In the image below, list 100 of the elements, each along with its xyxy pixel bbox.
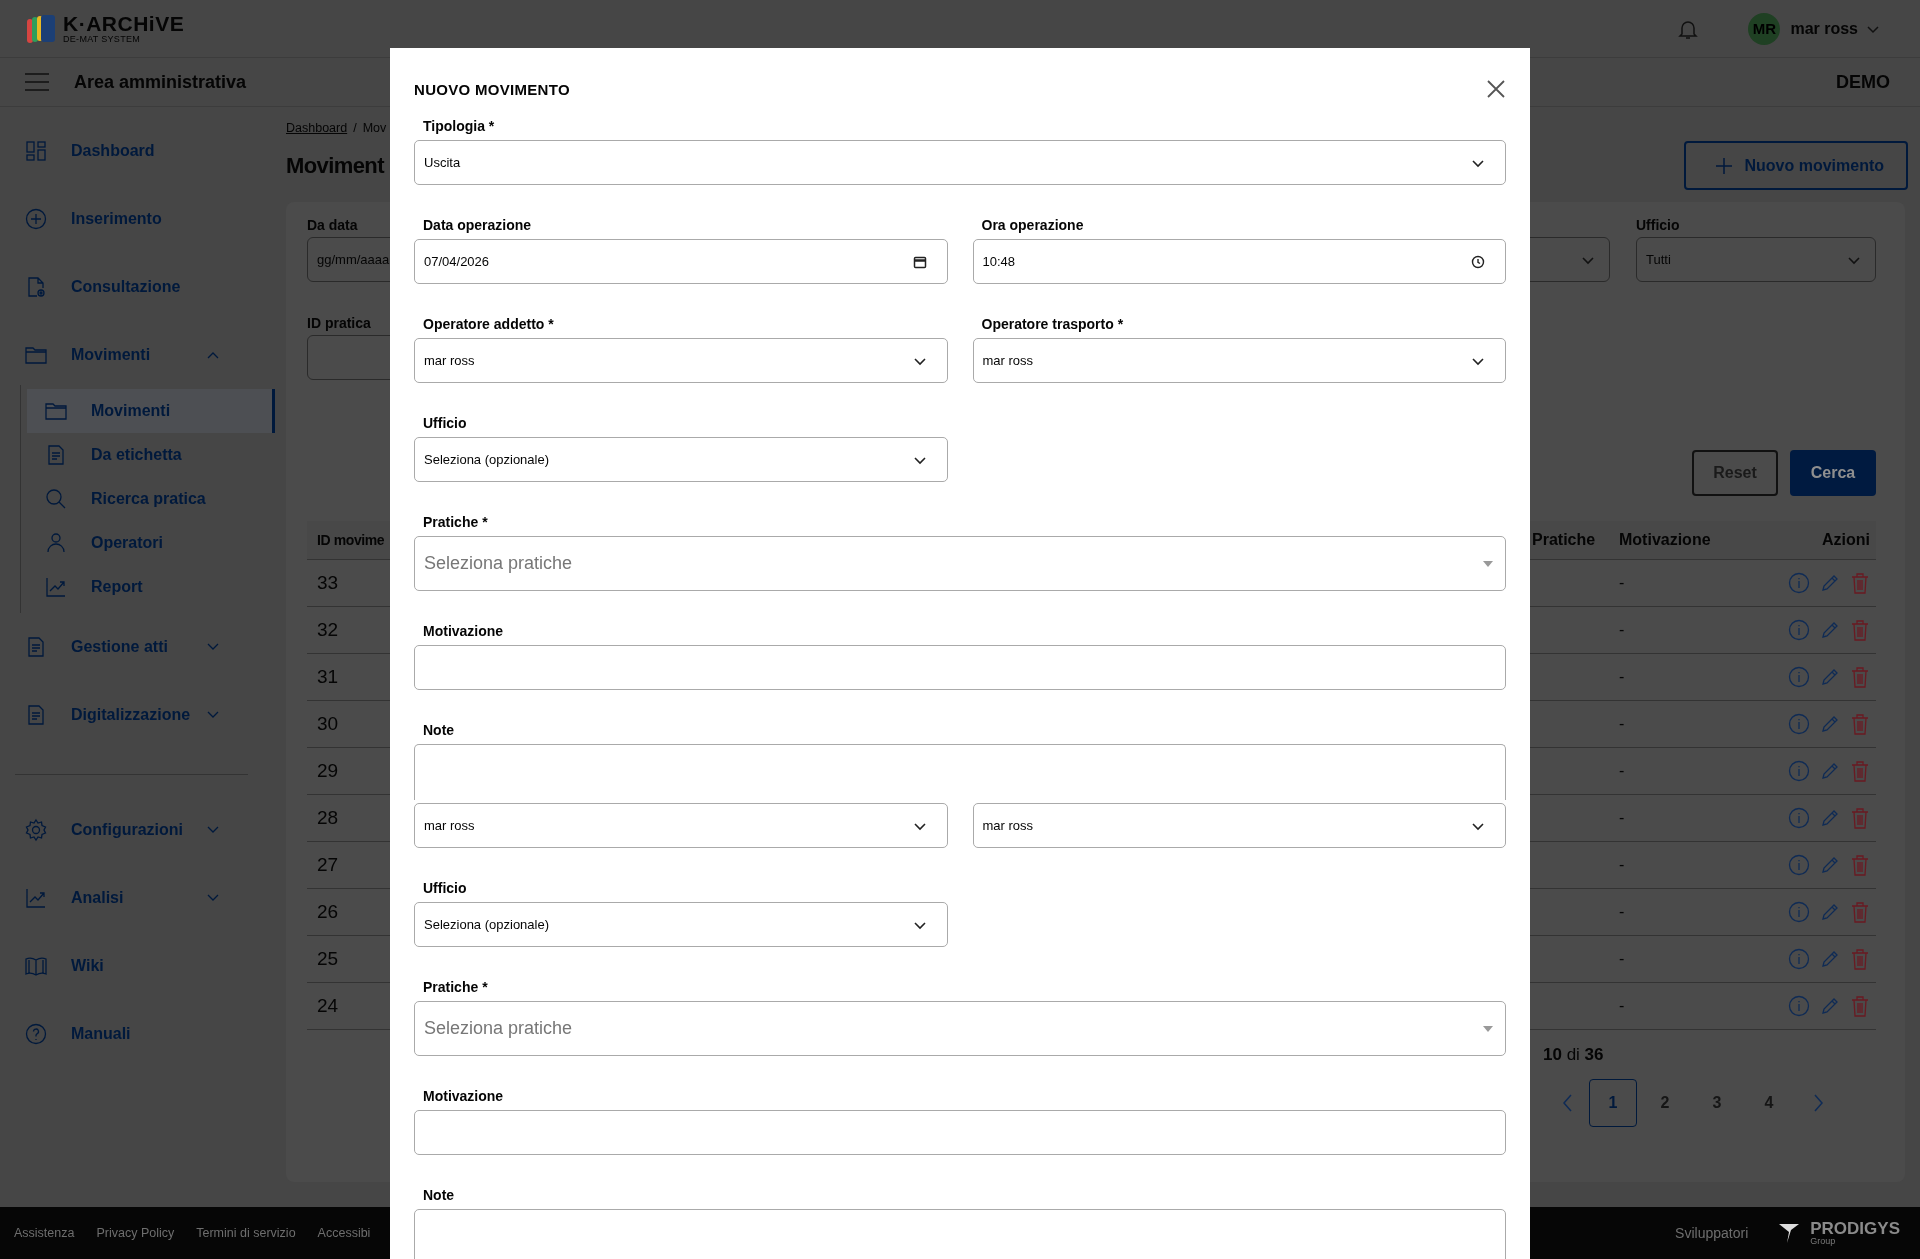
user-name[interactable]: mar ross [1790, 19, 1858, 38]
pencil-icon[interactable] [1820, 949, 1840, 969]
footer-link[interactable]: Assistenza [14, 1226, 75, 1240]
text-field[interactable] [414, 1110, 1506, 1155]
sidebar-subitem[interactable]: Operatori [27, 521, 275, 565]
environment-label: DEMO [1836, 71, 1890, 93]
pencil-icon[interactable] [1820, 902, 1840, 922]
pencil-icon[interactable] [1820, 667, 1840, 687]
breadcrumb-separator: / [353, 121, 357, 135]
trash-icon[interactable] [1850, 666, 1870, 688]
pencil-icon[interactable] [1820, 761, 1840, 781]
sidebar-subitem[interactable]: Ricerca pratica [27, 477, 275, 521]
date-field[interactable]: 07/04/2026 [414, 239, 948, 284]
trash-icon[interactable] [1850, 713, 1870, 735]
field-label: Operatore addetto * [422, 316, 555, 333]
column-header: Azioni [1821, 531, 1871, 549]
sidebar-subitem[interactable]: Movimenti [27, 389, 275, 433]
calendar-icon[interactable] [912, 254, 927, 269]
page-button[interactable]: 1 [1589, 1079, 1637, 1127]
trash-icon[interactable] [1850, 901, 1870, 923]
table-cell-text: - [1619, 997, 1626, 1015]
select-field[interactable]: Uscita [414, 140, 1506, 185]
text-area[interactable] [414, 744, 1506, 800]
table-cell-text: 25 [316, 948, 339, 970]
sidebar-item[interactable]: Wiki [0, 932, 248, 1000]
sidebar-item[interactable]: Consultazione [0, 253, 275, 321]
text-field[interactable] [414, 645, 1506, 690]
trash-icon[interactable] [1850, 995, 1870, 1017]
next-page-icon[interactable] [1811, 1093, 1825, 1113]
footer-link[interactable]: Privacy Policy [96, 1226, 175, 1240]
info-icon[interactable] [1788, 760, 1810, 782]
sidebar-item[interactable]: Manuali [0, 1000, 248, 1068]
settings-icon [24, 818, 48, 842]
pencil-icon[interactable] [1820, 620, 1840, 640]
select-field[interactable]: mar ross [972, 338, 1506, 383]
select-field[interactable]: mar ross [972, 803, 1506, 848]
column-header: ID movime [316, 532, 385, 548]
info-icon[interactable] [1788, 572, 1810, 594]
table-cell-text: - [1619, 762, 1626, 780]
menu-icon[interactable] [25, 73, 49, 91]
page-title: Moviment [286, 152, 384, 179]
sidebar-item[interactable]: Digitalizzazione [0, 681, 275, 749]
info-icon[interactable] [1788, 901, 1810, 923]
new-movement-button[interactable]: Nuovo movimento [1684, 141, 1908, 190]
trash-icon[interactable] [1850, 948, 1870, 970]
chart-icon [44, 575, 68, 599]
trash-icon[interactable] [1850, 854, 1870, 876]
office-select[interactable]: Tutti [1636, 237, 1876, 282]
brand-subtitle: Group [1810, 1237, 1837, 1246]
table-cell-text: - [1619, 950, 1626, 968]
info-icon[interactable] [1788, 995, 1810, 1017]
sidebar-item[interactable]: Configurazioni [0, 796, 248, 864]
pencil-icon[interactable] [1820, 573, 1840, 593]
sidebar-subitem[interactable]: Report [27, 565, 275, 609]
field-label: Ufficio [1636, 217, 1680, 233]
trash-icon[interactable] [1850, 619, 1870, 641]
user-avatar[interactable]: MR [1748, 12, 1781, 45]
field-label: Tipologia * [422, 118, 496, 135]
select-field[interactable]: mar ross [414, 803, 948, 848]
brand-logo-icon [1778, 1222, 1801, 1244]
trash-icon[interactable] [1850, 760, 1870, 782]
info-icon[interactable] [1788, 854, 1810, 876]
footer-link[interactable]: Termini di servizio [196, 1226, 296, 1240]
field-label: Motivazione [422, 1088, 505, 1105]
trash-icon[interactable] [1850, 572, 1870, 594]
table-cell-text: - [1619, 574, 1626, 592]
footer-link[interactable]: Accessibi [317, 1226, 371, 1240]
sidebar-item[interactable]: Inserimento [0, 185, 275, 253]
multi-select-field[interactable]: Seleziona pratiche [414, 536, 1506, 591]
info-icon[interactable] [1788, 619, 1810, 641]
select-field[interactable]: Seleziona (opzionale) [414, 902, 948, 947]
search-button[interactable]: Cerca [1790, 450, 1876, 496]
field-label: Pratiche * [422, 514, 489, 531]
time-field[interactable]: 10:48 [972, 239, 1506, 284]
info-icon[interactable] [1788, 713, 1810, 735]
clock-icon[interactable] [1471, 254, 1485, 269]
field-label: Motivazione [422, 623, 505, 640]
pencil-icon[interactable] [1820, 808, 1840, 828]
sidebar-item[interactable]: Movimenti [0, 321, 275, 389]
info-icon[interactable] [1788, 807, 1810, 829]
pencil-icon[interactable] [1820, 714, 1840, 734]
select-field[interactable]: Seleziona (opzionale) [414, 437, 948, 482]
previous-page-icon[interactable] [1561, 1093, 1575, 1113]
trash-icon[interactable] [1850, 807, 1870, 829]
close-icon[interactable] [1486, 79, 1506, 99]
select-field[interactable]: mar ross [414, 338, 948, 383]
info-icon[interactable] [1788, 666, 1810, 688]
pencil-icon[interactable] [1820, 855, 1840, 875]
sidebar-item[interactable]: Dashboard [0, 117, 275, 185]
breadcrumb-link[interactable]: Mov [362, 121, 387, 135]
footer-link[interactable]: Sviluppatori [1675, 1225, 1749, 1241]
logo-title: K·ARCHiVE [63, 13, 185, 34]
multi-select-field[interactable]: Seleziona pratiche [414, 1001, 1506, 1056]
sidebar-subitem[interactable]: Da etichetta [27, 433, 275, 477]
sidebar-item[interactable]: Analisi [0, 864, 248, 932]
table-cell-text: - [1619, 668, 1626, 686]
sidebar-item[interactable]: Gestione atti [0, 613, 275, 681]
pencil-icon[interactable] [1820, 996, 1840, 1016]
breadcrumb-link[interactable]: Dashboard [286, 121, 348, 135]
info-icon[interactable] [1788, 948, 1810, 970]
